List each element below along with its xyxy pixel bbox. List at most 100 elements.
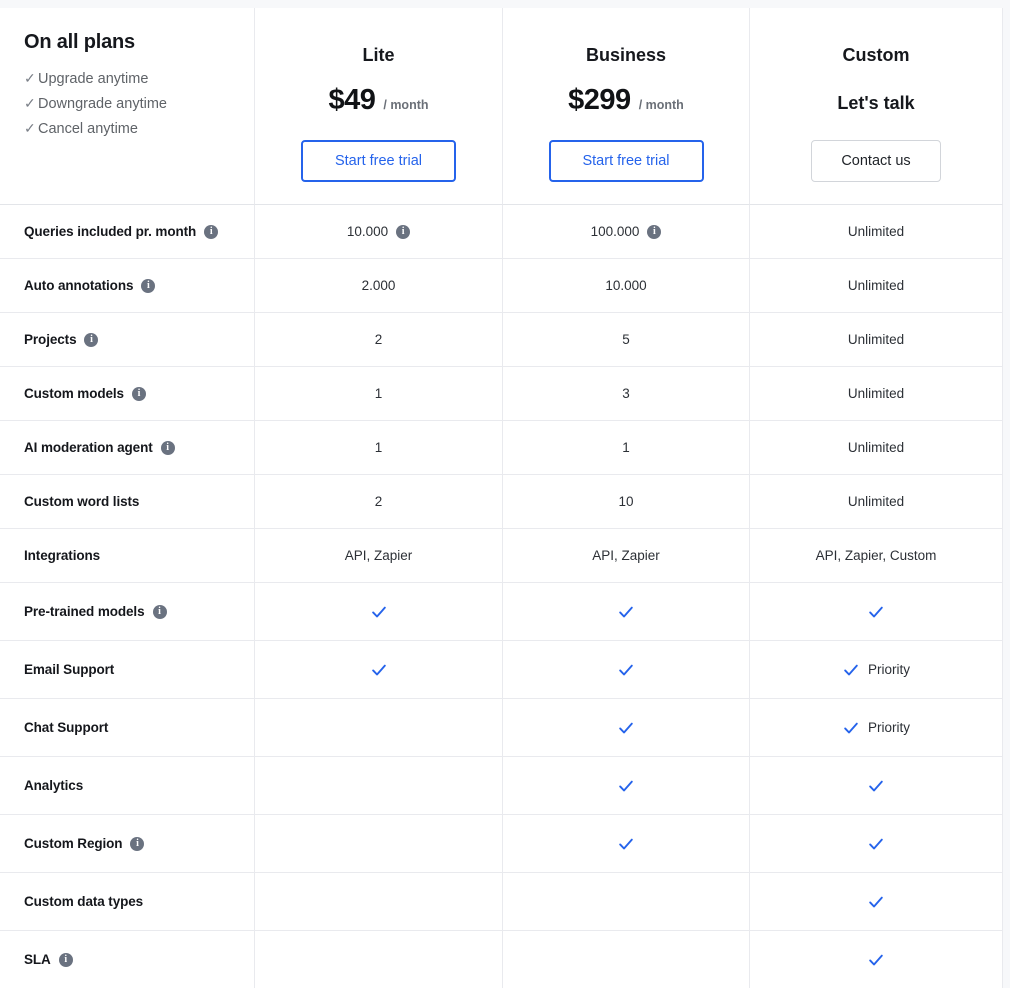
info-icon[interactable]: i [58,952,73,967]
table-row: Pre-trained models i [0,583,1003,641]
info-icon[interactable]: i [160,440,175,455]
feature-value: Unlimited [847,332,905,347]
info-icon[interactable]: i [131,386,146,401]
table-row: Chat Support Priority [0,699,1003,757]
feature-label: Projects [24,332,77,347]
feature-value-cell [750,931,1003,988]
table-row: Integrations API, Zapier API, Zapier API, Z… [0,529,1003,583]
plan-tagline: Let's talk [837,93,915,113]
feature-value-cell: Unlimited [750,367,1003,420]
feature-label: Auto annotations [24,278,134,293]
feature-value-cell [750,757,1003,814]
feature-value-cell: 10 [503,475,750,528]
check-icon [867,951,885,969]
table-row: Projects i 2 5 Unlimited [0,313,1003,367]
feature-value-cell [503,757,750,814]
feature-label: Custom models [24,386,124,401]
feature-value: 1 [374,386,383,401]
feature-value-cell: Unlimited [750,421,1003,474]
feature-value: Unlimited [847,440,905,455]
contact-us-button[interactable]: Contact us [811,140,941,183]
table-row: Custom models i 1 3 Unlimited [0,367,1003,421]
feature-value-cell-empty [255,757,503,814]
feature-label: Custom Region [24,836,123,851]
on-all-plans-panel: On all plans ✓ Upgrade anytime ✓ Downgrade… [0,8,255,205]
check-icon [867,893,885,911]
plan-price-row: $299 / month [503,86,749,120]
check-glyph-icon: ✓ [24,95,36,111]
check-glyph-icon: ✓ [24,70,36,86]
table-row: Auto annotations i 2.000 10.000 Unlimited [0,259,1003,313]
feature-value: 2 [374,332,383,347]
info-icon[interactable]: i [204,224,219,239]
feature-value: 1 [622,440,630,455]
feature-value-cell: Unlimited [750,313,1003,366]
feature-value: API, Zapier, Custom [815,548,937,563]
list-item: ✓ Upgrade anytime [24,66,234,91]
pricing-header-row: On all plans ✓ Upgrade anytime ✓ Downgrade… [0,8,1003,205]
feature-value-cell [503,583,750,640]
feature-value-cell: 5 [503,313,750,366]
feature-label: Chat Support [24,720,109,735]
priority-label: Priority [867,662,910,677]
check-icon [617,719,635,737]
list-item: ✓ Downgrade anytime [24,91,234,116]
feature-value-cell-empty [255,931,503,988]
info-icon[interactable]: i [141,278,156,293]
info-icon[interactable]: i [130,836,145,851]
feature-value-cell: 2 [255,313,503,366]
plan-column-lite: Lite $49 / month Start free trial [255,8,503,205]
feature-rows-container: Queries included pr. month i 10.000 i 100.00… [0,205,1003,988]
info-icon[interactable]: i [152,604,167,619]
feature-label-cell: Pre-trained models i [0,583,255,640]
on-all-plans-list: ✓ Upgrade anytime ✓ Downgrade anytime ✓ Can… [24,66,234,141]
feature-label: AI moderation agent [24,440,153,455]
feature-label: Custom word lists [24,494,140,509]
on-all-plans-title: On all plans [24,31,135,53]
feature-value: 5 [622,332,630,347]
feature-value-cell: 2.000 [255,259,503,312]
feature-value-cell [255,641,503,698]
feature-value: Unlimited [847,494,905,509]
feature-label-cell: Custom data types [0,873,255,930]
feature-value-cell [750,583,1003,640]
table-row: Custom Region i [0,815,1003,873]
feature-value-cell-empty [255,699,503,756]
start-free-trial-button[interactable]: Start free trial [548,140,704,183]
feature-value: 10.000 [605,278,647,293]
feature-label: SLA [24,952,51,967]
feature-value: 1 [374,440,383,455]
info-icon[interactable]: i [84,332,99,347]
on-all-plans-item-label: Cancel anytime [38,121,138,137]
info-icon[interactable]: i [396,224,411,239]
info-icon[interactable]: i [647,224,662,239]
feature-value-cell: Unlimited [750,475,1003,528]
feature-value-cell: Priority [750,699,1003,756]
feature-label: Integrations [24,548,101,563]
table-row: Custom word lists 2 10 Unlimited [0,475,1003,529]
check-icon [842,719,860,737]
feature-label: Queries included pr. month [24,224,197,239]
feature-value-cell: API, Zapier [255,529,503,582]
plan-name: Business [585,45,667,65]
feature-value-cell: API, Zapier, Custom [750,529,1003,582]
feature-label: Analytics [24,778,84,793]
check-icon [617,661,635,679]
table-row: Custom data types [0,873,1003,931]
feature-value: API, Zapier [592,548,660,563]
on-all-plans-item-label: Downgrade anytime [38,96,167,112]
plan-name: Lite [362,45,395,65]
feature-value-cell-empty [255,873,503,930]
check-icon [617,777,635,795]
start-free-trial-button[interactable]: Start free trial [301,140,456,183]
feature-value: 100.000 [590,224,640,239]
check-icon [617,603,635,621]
check-icon [867,835,885,853]
check-icon [842,661,860,679]
feature-value: API, Zapier [344,548,413,563]
feature-label-cell: Auto annotations i [0,259,255,312]
feature-label-cell: AI moderation agent i [0,421,255,474]
plan-column-business: Business $299 / month Start free trial [503,8,750,205]
check-icon [370,603,388,621]
feature-value-cell: 2 [255,475,503,528]
